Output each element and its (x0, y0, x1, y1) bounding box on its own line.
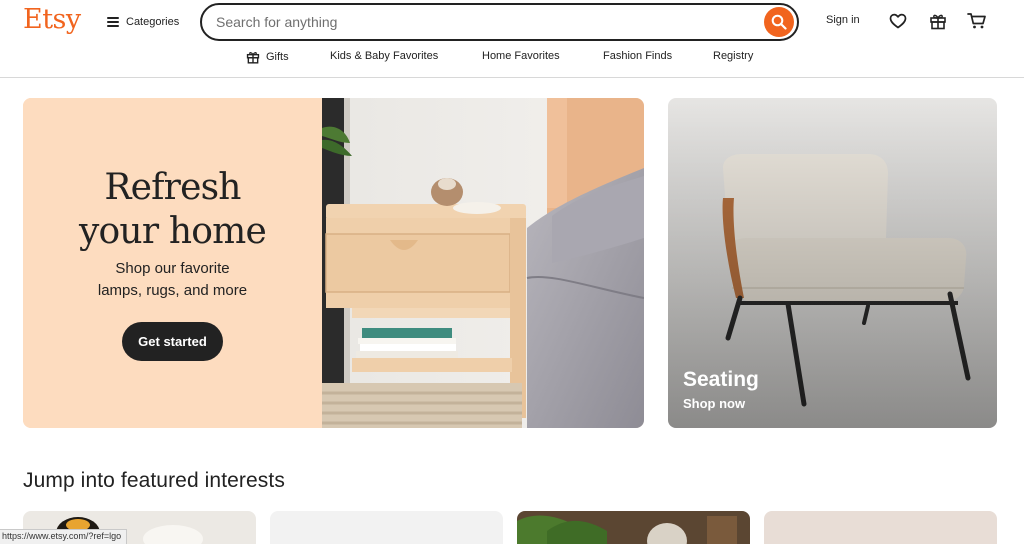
hero-subtitle: Shop our favorite lamps, rugs, and more (23, 258, 322, 302)
etsy-logo[interactable]: Etsy (23, 4, 81, 35)
hero-nightstand-photo[interactable] (322, 98, 644, 428)
featured-card-image (764, 511, 997, 544)
nav-item-label: Kids & Baby Favorites (330, 50, 439, 62)
nav-item-label: Registry (713, 50, 754, 62)
gift-icon (246, 52, 260, 64)
categories-button[interactable]: Categories (107, 12, 179, 32)
search-button[interactable] (764, 7, 794, 37)
search-input[interactable] (216, 13, 756, 31)
nav-item-label: Fashion Finds (603, 50, 673, 62)
featured-card[interactable] (764, 511, 997, 544)
hero-title-line: your home (79, 211, 267, 252)
cart-icon (967, 13, 986, 29)
featured-card-image (517, 511, 750, 544)
seating-card[interactable]: Seating Shop now (668, 98, 997, 428)
search-icon (771, 14, 787, 30)
gift-mode-button[interactable] (928, 11, 948, 31)
seating-shop-now-link[interactable]: Shop now (683, 396, 745, 411)
nav-item-gifts[interactable]: Gifts (246, 50, 289, 64)
featured-card[interactable] (270, 511, 503, 544)
nav-item-registry[interactable]: Registry (713, 50, 753, 62)
favorites-button[interactable] (888, 11, 908, 31)
categories-label: Categories (126, 16, 180, 28)
status-bar-url: https://www.etsy.com/?ref=lgo (0, 529, 128, 544)
site-header: Etsy Categories Sign in (0, 0, 1024, 78)
menu-icon (107, 17, 119, 27)
hero-title: Refresh your home (23, 166, 322, 254)
get-started-button[interactable]: Get started (122, 322, 223, 361)
featured-card-image (270, 511, 503, 544)
nav-item-kids-baby[interactable]: Kids & Baby Favorites (330, 50, 438, 62)
hero-subtitle-line: Shop our favorite (115, 260, 230, 277)
gift-icon (930, 14, 946, 30)
nav-item-label: Gifts (266, 51, 289, 63)
seating-title: Seating (683, 368, 759, 391)
featured-card[interactable] (517, 511, 750, 544)
hero-subtitle-line: lamps, rugs, and more (97, 282, 248, 299)
nav-item-home[interactable]: Home Favorites (482, 50, 560, 62)
search-bar (200, 3, 799, 41)
hero-text-panel: Refresh your home Shop our favorite lamp… (23, 98, 322, 428)
heart-icon (889, 13, 907, 29)
hero-title-line: Refresh (104, 167, 241, 208)
featured-interests-title: Jump into featured interests (23, 469, 285, 492)
sign-in-link[interactable]: Sign in (826, 14, 860, 26)
cart-button[interactable] (967, 11, 987, 31)
nav-item-label: Home Favorites (482, 50, 560, 62)
category-nav: Gifts Kids & Baby Favorites Home Favorit… (0, 50, 1024, 68)
hero-banner: Refresh your home Shop our favorite lamp… (23, 98, 644, 428)
nav-item-fashion[interactable]: Fashion Finds (603, 50, 672, 62)
